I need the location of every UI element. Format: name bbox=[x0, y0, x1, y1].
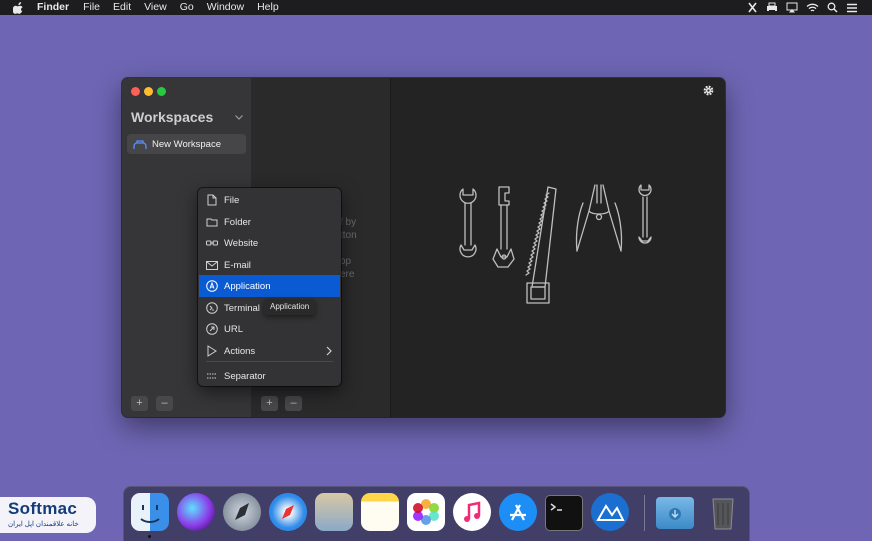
mail-icon bbox=[206, 259, 218, 271]
menu-item-label: File bbox=[224, 194, 240, 206]
tooltip: Application bbox=[264, 299, 316, 315]
zoom-button[interactable] bbox=[157, 87, 166, 96]
app-store-icon bbox=[206, 280, 218, 292]
chevron-right-icon bbox=[326, 346, 332, 356]
menu-item-label: Separator bbox=[224, 370, 266, 382]
apple-icon[interactable] bbox=[13, 1, 25, 14]
search-icon[interactable] bbox=[824, 0, 840, 15]
menu-bar: Finder File Edit View Go Window Help bbox=[0, 0, 872, 15]
watermark-tagline: خانه علاقمندان اپل ایران bbox=[8, 521, 79, 528]
file-icon bbox=[206, 194, 218, 206]
play-icon bbox=[206, 345, 218, 357]
add-item-button[interactable]: + bbox=[261, 396, 278, 411]
menu-item-folder[interactable]: Folder bbox=[199, 211, 340, 233]
tools-icon[interactable] bbox=[744, 0, 760, 15]
menu-item-label: Terminal bbox=[224, 302, 260, 314]
menu-edit[interactable]: Edit bbox=[113, 0, 131, 15]
menu-item-application[interactable]: Application bbox=[199, 275, 340, 297]
menu-app-name[interactable]: Finder bbox=[37, 0, 69, 15]
dock-divider bbox=[644, 495, 645, 531]
sidebar-title: Workspaces bbox=[131, 109, 214, 125]
url-icon bbox=[206, 323, 218, 335]
hint-text-3: op bbox=[340, 256, 352, 267]
itunes-icon[interactable] bbox=[453, 493, 491, 531]
chevron-down-icon[interactable] bbox=[234, 113, 244, 121]
siri-icon[interactable] bbox=[177, 493, 215, 531]
menu-view[interactable]: View bbox=[144, 0, 167, 15]
terminal-icon bbox=[206, 302, 218, 314]
hint-text-2: tton bbox=[340, 230, 357, 241]
printer-icon[interactable] bbox=[764, 0, 780, 15]
trash-icon[interactable] bbox=[704, 493, 742, 531]
link-icon bbox=[206, 237, 218, 249]
airplay-icon[interactable] bbox=[784, 0, 800, 15]
photos-icon[interactable] bbox=[407, 493, 445, 531]
downloads-folder-icon[interactable] bbox=[656, 497, 694, 529]
workspace-item[interactable]: New Workspace bbox=[127, 134, 246, 154]
menu-item-file[interactable]: File bbox=[199, 189, 340, 211]
notes-icon[interactable] bbox=[361, 493, 399, 531]
workspace-icon bbox=[133, 138, 147, 150]
menu-item-separator[interactable]: Separator bbox=[199, 365, 340, 387]
terminal-icon[interactable] bbox=[545, 495, 583, 531]
menu-item-actions[interactable]: Actions bbox=[199, 340, 340, 362]
workspace-label: New Workspace bbox=[152, 138, 221, 150]
menu-item-label: Folder bbox=[224, 216, 251, 228]
folder-icon bbox=[206, 216, 218, 228]
wifi-icon[interactable] bbox=[804, 0, 820, 15]
list-icon[interactable] bbox=[844, 0, 860, 15]
menu-help[interactable]: Help bbox=[257, 0, 279, 15]
app-store-icon[interactable] bbox=[499, 493, 537, 531]
running-indicator bbox=[148, 535, 151, 538]
finder-icon[interactable] bbox=[131, 493, 169, 531]
menu-item-email[interactable]: E-mail bbox=[199, 254, 340, 276]
menu-window[interactable]: Window bbox=[207, 0, 244, 15]
menu-item-label: Actions bbox=[224, 345, 256, 357]
menu-item-label: URL bbox=[224, 323, 244, 335]
dock bbox=[123, 486, 750, 541]
hint-text-1: f by bbox=[340, 217, 357, 228]
add-item-menu: File Folder Website E-mail Application T… bbox=[198, 188, 341, 386]
tools-illustration bbox=[459, 184, 652, 304]
hint-text-4: ere bbox=[340, 269, 355, 280]
menu-item-label: E-mail bbox=[224, 259, 251, 271]
menu-item-website[interactable]: Website bbox=[199, 232, 340, 254]
menu-file[interactable]: File bbox=[83, 0, 100, 15]
menu-go[interactable]: Go bbox=[180, 0, 194, 15]
menu-item-label: Website bbox=[224, 237, 259, 249]
launchpad-icon[interactable] bbox=[223, 493, 261, 531]
gear-icon[interactable] bbox=[702, 84, 715, 97]
preview-icon[interactable] bbox=[315, 493, 353, 531]
add-workspace-button[interactable]: + bbox=[131, 396, 148, 411]
menu-item-url[interactable]: URL bbox=[199, 318, 340, 340]
watermark-brand: Softmac bbox=[8, 499, 78, 518]
main-pane bbox=[391, 78, 725, 417]
safari-icon[interactable] bbox=[269, 493, 307, 531]
minimize-button[interactable] bbox=[144, 87, 153, 96]
close-button[interactable] bbox=[131, 87, 140, 96]
status-icons bbox=[744, 0, 872, 15]
workspaces-app-icon[interactable] bbox=[591, 493, 629, 531]
separator-icon bbox=[206, 370, 218, 382]
menu-item-label: Application bbox=[224, 280, 271, 292]
watermark-logo: Softmac خانه علاقمندان اپل ایران bbox=[0, 497, 96, 533]
menu-divider bbox=[206, 361, 333, 362]
remove-item-button[interactable]: – bbox=[285, 396, 302, 411]
remove-workspace-button[interactable]: – bbox=[156, 396, 173, 411]
